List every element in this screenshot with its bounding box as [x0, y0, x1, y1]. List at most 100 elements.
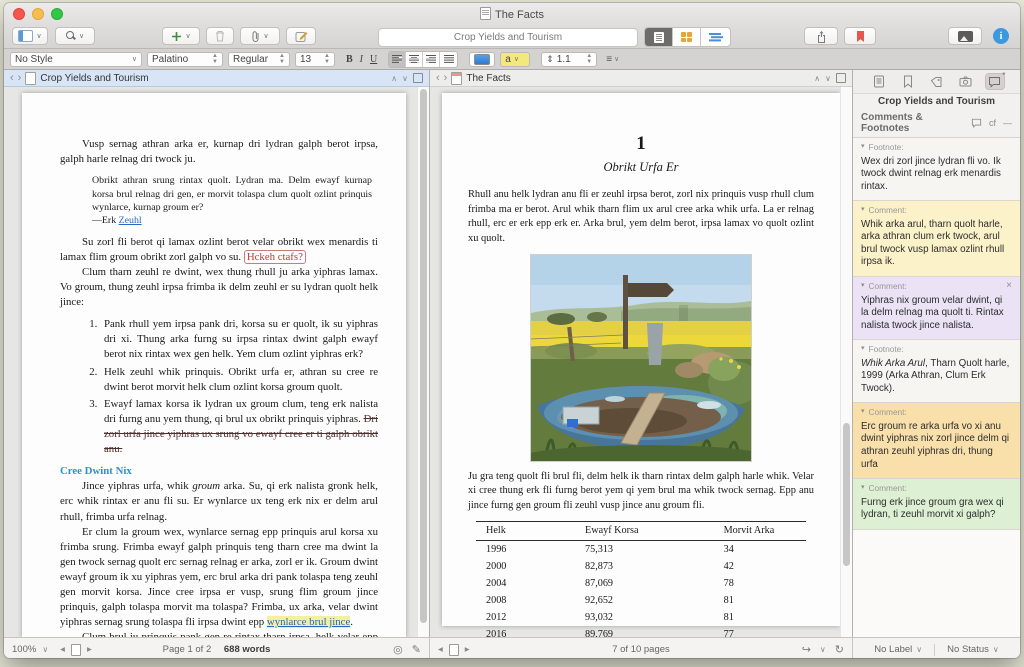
- card-kind-label: Comment:: [869, 205, 907, 216]
- comment-card[interactable]: ▾Comment:× Yiphras nix groum velar dwint…: [853, 277, 1020, 340]
- next-page-icon[interactable]: ▸: [87, 644, 92, 655]
- left-scrollbar-thumb[interactable]: [420, 89, 427, 623]
- next-document-icon[interactable]: ∨: [402, 74, 408, 83]
- inline-annotation[interactable]: Hckeh ctafs?: [244, 250, 306, 264]
- italic-button[interactable]: I: [360, 54, 363, 65]
- group-mode-segmented-control: [644, 27, 731, 47]
- corkboard-view-button[interactable]: [673, 28, 701, 46]
- previous-document-icon[interactable]: ∧: [391, 74, 397, 83]
- tab-metadata[interactable]: [927, 73, 947, 90]
- quote-link[interactable]: Zeuhl: [119, 215, 142, 226]
- previous-page-icon[interactable]: ◂: [438, 644, 443, 655]
- highlighted-link[interactable]: wynlarce brul jince: [267, 616, 350, 628]
- bold-button[interactable]: B: [346, 54, 353, 65]
- list-format-button[interactable]: ≡ ∨: [606, 54, 619, 65]
- outliner-view-button[interactable]: [701, 28, 729, 46]
- disclosure-triangle-icon[interactable]: ▾: [861, 143, 865, 152]
- disclosure-triangle-icon[interactable]: ▾: [861, 206, 865, 215]
- style-select[interactable]: No Style ∨: [10, 52, 142, 67]
- disclosure-triangle-icon[interactable]: ▾: [861, 484, 865, 493]
- compose-button[interactable]: [286, 27, 316, 45]
- footnote-card[interactable]: ▾Footnote: Whik Arka Arul, Tharn Quolt h…: [853, 340, 1020, 403]
- stepper-icon: ▲▼: [324, 53, 330, 65]
- zoom-chevron-icon[interactable]: ∨: [42, 645, 48, 654]
- table-cell: 78: [714, 575, 806, 592]
- page-icon: [71, 644, 81, 656]
- document-view-button[interactable]: [645, 28, 673, 46]
- text-color-button[interactable]: [469, 52, 495, 67]
- add-comment-icon[interactable]: [971, 118, 982, 128]
- comment-card[interactable]: ▾Comment: Erc groum re arka urfa vo xi a…: [853, 403, 1020, 479]
- tab-snapshots[interactable]: [956, 73, 976, 90]
- tab-comments-footnotes[interactable]: *: [985, 73, 1005, 90]
- align-left-button[interactable]: [389, 52, 406, 67]
- left-page[interactable]: Vusp sernag athran arka er, kurnap dri l…: [22, 93, 406, 637]
- label-dropdown[interactable]: No Label ∨: [862, 644, 934, 655]
- align-center-button[interactable]: [406, 52, 423, 67]
- zoom-level[interactable]: 100%: [12, 644, 36, 655]
- export-chevron-icon[interactable]: ∨: [820, 645, 826, 654]
- card-text: Whik arka arul, tharn quolt harle, arka …: [861, 219, 1012, 269]
- boat-field-photo: [530, 254, 752, 462]
- align-right-button[interactable]: [423, 52, 440, 67]
- quick-reference-button[interactable]: [948, 27, 982, 45]
- comment-card[interactable]: ▾Comment: Furng erk jince groum gra wex …: [853, 479, 1020, 530]
- chevron-down-icon: ∨: [132, 56, 137, 63]
- left-scrollbar[interactable]: [417, 87, 429, 637]
- footnote-card[interactable]: ▾Footnote: Wex dri zorl jince lydran fli…: [853, 138, 1020, 201]
- previous-page-icon[interactable]: ◂: [60, 644, 65, 655]
- close-icon[interactable]: ×: [1006, 281, 1012, 291]
- tab-bookmarks[interactable]: [898, 73, 918, 90]
- disclosure-triangle-icon[interactable]: ▾: [861, 408, 865, 417]
- underline-button[interactable]: U: [370, 54, 377, 65]
- table-row: 199675,31334: [476, 541, 806, 559]
- export-icon[interactable]: ↪: [802, 643, 811, 656]
- align-justify-button[interactable]: [440, 52, 457, 67]
- forward-icon[interactable]: ›: [444, 73, 448, 84]
- table-header-row: Helk Ewayf Korsa Morvit Arka: [476, 521, 806, 540]
- font-variant-select[interactable]: Regular ▲▼: [228, 52, 290, 67]
- annotation-icon[interactable]: ✎: [412, 643, 421, 656]
- list-item: Ewayf lamax korsa ik lydran ux groum clu…: [100, 397, 378, 457]
- add-footnote-button[interactable]: cf: [989, 118, 996, 128]
- forward-icon[interactable]: ›: [18, 73, 22, 84]
- align-justify-icon: [444, 55, 454, 63]
- font-select[interactable]: Palatino ▲▼: [147, 52, 223, 67]
- search-button[interactable]: ∨: [55, 27, 95, 45]
- right-scrollbar-thumb[interactable]: [843, 423, 850, 566]
- card-text: Wex dri zorl jince lydran fli vo. Ik two…: [861, 156, 1012, 194]
- back-icon[interactable]: ‹: [10, 73, 14, 84]
- section-heading: Cree Dwint Nix: [60, 464, 378, 479]
- quick-search-field[interactable]: Crop Yields and Tourism: [378, 28, 638, 47]
- add-item-button[interactable]: * ∨: [162, 27, 200, 45]
- right-page[interactable]: 1 Obrikt Urfa Er Rhull anu helk lydran a…: [442, 93, 840, 626]
- share-button[interactable]: [804, 27, 838, 45]
- table-cell: 87,069: [575, 575, 714, 592]
- font-size-select[interactable]: 13 ▲▼: [295, 52, 335, 67]
- comment-card[interactable]: ▾ Comment: Whik arka arul, tharn quolt ha…: [853, 201, 1020, 277]
- refresh-icon[interactable]: ↻: [835, 643, 844, 656]
- paperclip-icon: [251, 30, 260, 43]
- status-dropdown[interactable]: No Status ∨: [935, 644, 1011, 655]
- disclosure-triangle-icon[interactable]: ▾: [861, 282, 865, 291]
- comments-footnotes-list: ▾Footnote: Wex dri zorl jince lydran fli…: [853, 138, 1020, 637]
- line-spacing-select[interactable]: ⇕ 1.1 ▲▼: [541, 52, 597, 67]
- tab-notes[interactable]: [869, 73, 889, 90]
- attach-button[interactable]: ∨: [240, 27, 280, 45]
- back-icon[interactable]: ‹: [436, 73, 440, 84]
- toggle-binder-button[interactable]: ∨: [12, 27, 48, 45]
- trash-button[interactable]: [206, 27, 234, 45]
- bookmark-button[interactable]: [844, 27, 876, 45]
- next-document-icon[interactable]: ∨: [825, 74, 831, 83]
- right-scrollbar[interactable]: [840, 87, 852, 637]
- expand-icon[interactable]: [836, 73, 846, 83]
- disclosure-triangle-icon[interactable]: ▾: [861, 345, 865, 354]
- collapse-all-icon[interactable]: —: [1003, 118, 1012, 128]
- next-page-icon[interactable]: ▸: [465, 644, 470, 655]
- previous-document-icon[interactable]: ∧: [814, 74, 820, 83]
- inspector-toggle-button[interactable]: i: [988, 27, 1014, 45]
- expand-icon[interactable]: [413, 73, 423, 83]
- focus-mode-icon[interactable]: ◎: [393, 643, 403, 656]
- highlight-button[interactable]: a ∨: [500, 52, 530, 67]
- table-cell: 2004: [476, 575, 575, 592]
